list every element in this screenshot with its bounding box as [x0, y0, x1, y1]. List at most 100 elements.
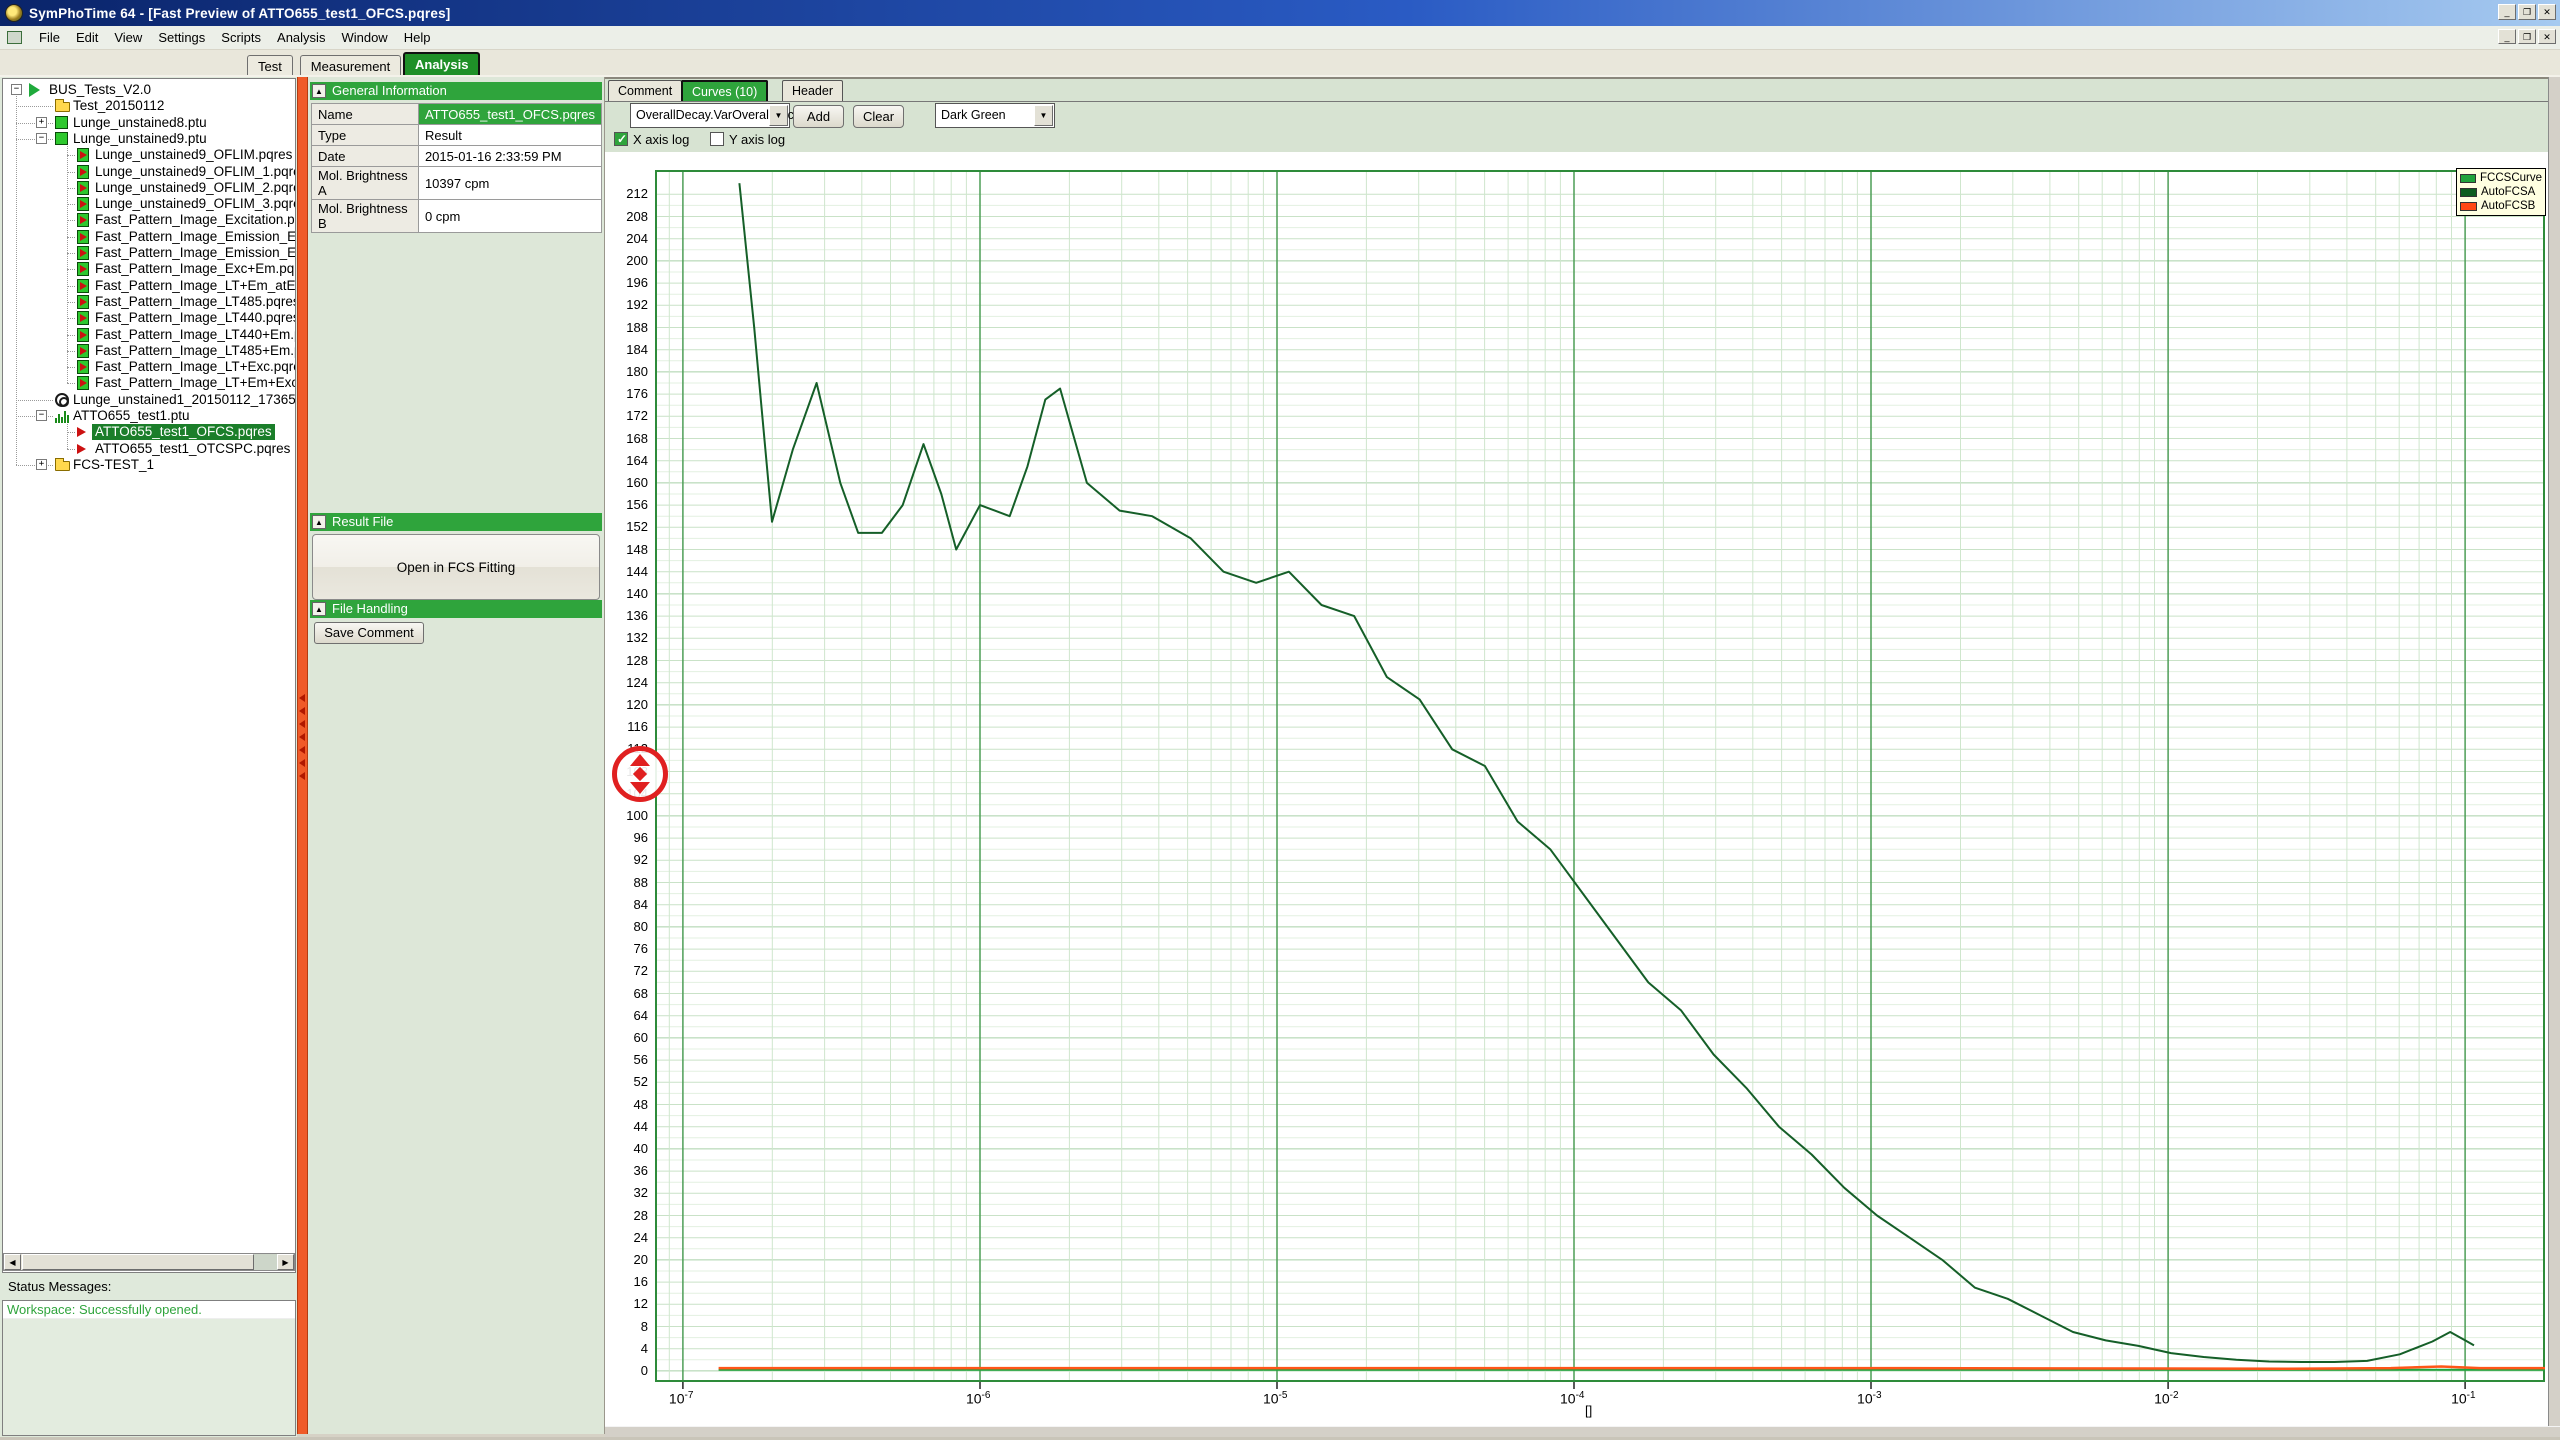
chevron-down-icon[interactable]: ▼ — [769, 105, 788, 126]
tree-item-label[interactable]: FCS-TEST_1 — [73, 457, 154, 473]
menu-view[interactable]: View — [106, 27, 150, 48]
tree-item[interactable]: Fast_Pattern_Image_LT+Em_atExc485.pqres — [3, 278, 293, 294]
splitter-arrow-icon[interactable] — [299, 720, 305, 728]
splitter-arrow-icon[interactable] — [299, 707, 305, 715]
menu-analysis[interactable]: Analysis — [269, 27, 333, 48]
tree-item[interactable]: ATTO655_test1_OTCSPC.pqres — [3, 441, 293, 457]
tree-item-label[interactable]: Lunge_unstained9_OFLIM.pqres — [95, 147, 292, 163]
tree-item[interactable]: Fast_Pattern_Image_LT440+Em.pqres — [3, 327, 293, 343]
tree-item-label[interactable]: Fast_Pattern_Image_LT+Exc.pqres — [95, 359, 296, 375]
close-button[interactable]: ✕ — [2538, 4, 2556, 20]
open-in-fcs-fitting-button[interactable]: Open in FCS Fitting — [312, 534, 600, 600]
menu-window[interactable]: Window — [333, 27, 395, 48]
tree-item-label[interactable]: Fast_Pattern_Image_LT+Em+Exc.pqres — [95, 375, 296, 391]
tree-item[interactable]: Fast_Pattern_Image_LT440.pqres — [3, 310, 293, 326]
save-comment-button[interactable]: Save Comment — [314, 622, 424, 644]
tree-item-label[interactable]: ATTO655_test1.ptu — [73, 408, 190, 424]
chevron-down-icon[interactable]: ▼ — [1034, 105, 1053, 126]
restore-button[interactable]: ❐ — [2518, 4, 2536, 20]
tree-horizontal-scrollbar[interactable]: ◀ ▶ — [3, 1253, 295, 1271]
tree-item[interactable]: Lunge_unstained9_OFLIM_1.pqres — [3, 164, 293, 180]
minimize-button[interactable]: _ — [2498, 4, 2516, 20]
add-button[interactable]: Add — [793, 105, 844, 128]
tree-item[interactable]: + Lunge_unstained8.ptu — [3, 115, 293, 131]
result-icon — [77, 246, 89, 260]
tree-item[interactable]: Fast_Pattern_Image_Emission_Exc485.pqres — [3, 245, 293, 261]
tree-item[interactable]: Lunge_unstained9_OFLIM_3.pqres — [3, 196, 293, 212]
scrollbar-thumb[interactable] — [22, 1254, 254, 1270]
tree-item-label[interactable]: Lunge_unstained8.ptu — [73, 115, 207, 131]
scrollbar-track[interactable] — [254, 1254, 279, 1270]
tree-item[interactable]: Fast_Pattern_Image_LT+Em+Exc.pqres — [3, 375, 293, 391]
chart-tab-header[interactable]: Header — [782, 80, 843, 101]
tree-item-label[interactable]: Fast_Pattern_Image_LT485.pqres — [95, 294, 296, 310]
menu-file[interactable]: File — [31, 27, 68, 48]
close-button[interactable]: ✕ — [2538, 29, 2556, 44]
restore-button[interactable]: ❐ — [2518, 29, 2536, 44]
tab-analysis[interactable]: Analysis — [403, 52, 480, 77]
splitter-arrow-icon[interactable] — [299, 759, 305, 767]
splitter-arrow-icon[interactable] — [299, 746, 305, 754]
tree-item[interactable]: − ATTO655_test1.ptu — [3, 408, 293, 424]
splitter-arrow-icon[interactable] — [299, 772, 305, 780]
splitter-arrow-icon[interactable] — [299, 733, 305, 741]
tab-test[interactable]: Test — [247, 55, 293, 77]
scroll-right-icon[interactable]: ▶ — [277, 1254, 294, 1270]
y-axis-log-checkbox[interactable] — [710, 132, 724, 146]
tree-item[interactable]: ATTO655_test1_OFCS.pqres — [3, 424, 293, 440]
tab-measurement[interactable]: Measurement — [300, 55, 401, 77]
panel-splitter[interactable] — [297, 77, 308, 1434]
collapse-icon[interactable]: ▲ — [312, 602, 326, 616]
minimize-button[interactable]: _ — [2498, 29, 2516, 44]
x-axis-log-checkbox[interactable] — [614, 132, 628, 146]
tree-item[interactable]: Lunge_unstained1_20150112_173656.bmp — [3, 392, 293, 408]
menu-settings[interactable]: Settings — [150, 27, 213, 48]
tree-item[interactable]: Fast_Pattern_Image_LT+Exc.pqres — [3, 359, 293, 375]
expand-icon[interactable]: + — [36, 459, 47, 470]
tree-item-label[interactable]: Lunge_unstained9_OFLIM_2.pqres — [95, 180, 296, 196]
tree-item-label[interactable]: Lunge_unstained9_OFLIM_1.pqres — [95, 164, 296, 180]
tree-item-label[interactable]: Test_20150112 — [73, 98, 164, 114]
curve-select-dropdown[interactable]: OverallDecay.VarOverallDecay ▼ — [630, 103, 790, 128]
collapse-icon[interactable]: ▲ — [312, 515, 326, 529]
tree-item-label[interactable]: BUS_Tests_V2.0 — [49, 82, 151, 98]
tree-item[interactable]: − Lunge_unstained9.ptu — [3, 131, 293, 147]
chart-tab-comment[interactable]: Comment — [608, 80, 682, 101]
splitter-arrow-icon[interactable] — [299, 694, 305, 702]
tree-item-label[interactable]: Fast_Pattern_Image_Excitation.pqres — [95, 212, 296, 228]
tree-item[interactable]: Lunge_unstained9_OFLIM.pqres — [3, 147, 293, 163]
collapse-icon[interactable]: − — [11, 84, 22, 95]
tree-item-label[interactable]: Fast_Pattern_Image_LT485+Em.pqres — [95, 343, 296, 359]
menu-scripts[interactable]: Scripts — [213, 27, 269, 48]
collapse-icon[interactable]: − — [36, 410, 47, 421]
tree-item-label[interactable]: Fast_Pattern_Image_Emission_Exc485.pqres — [95, 245, 296, 261]
collapse-icon[interactable]: ▲ — [312, 84, 326, 98]
tree-item[interactable]: Fast_Pattern_Image_LT485+Em.pqres — [3, 343, 293, 359]
tree-item-label[interactable]: Fast_Pattern_Image_LT440.pqres — [95, 310, 296, 326]
tree-item-label[interactable]: Fast_Pattern_Image_Emission_Exc440.pqres — [95, 229, 296, 245]
tree-item-label[interactable]: Lunge_unstained1_20150112_173656.bmp — [73, 392, 296, 408]
tree-item-label[interactable]: Lunge_unstained9_OFLIM_3.pqres — [95, 196, 296, 212]
tree-item[interactable]: Fast_Pattern_Image_Emission_Exc440.pqres — [3, 229, 293, 245]
tree-item[interactable]: Lunge_unstained9_OFLIM_2.pqres — [3, 180, 293, 196]
tree-item[interactable]: Fast_Pattern_Image_Excitation.pqres — [3, 212, 293, 228]
menu-help[interactable]: Help — [396, 27, 439, 48]
scroll-left-icon[interactable]: ◀ — [4, 1254, 21, 1270]
color-select-dropdown[interactable]: Dark Green ▼ — [935, 103, 1055, 128]
tree-item-label[interactable]: ATTO655_test1_OTCSPC.pqres — [95, 441, 290, 457]
chart-tab-curves[interactable]: Curves (10) — [681, 80, 768, 101]
tree-item[interactable]: Fast_Pattern_Image_LT485.pqres — [3, 294, 293, 310]
tree-item[interactable]: − BUS_Tests_V2.0 — [3, 82, 293, 98]
menu-edit[interactable]: Edit — [68, 27, 106, 48]
tree-item-label[interactable]: Lunge_unstained9.ptu — [73, 131, 207, 147]
collapse-icon[interactable]: − — [36, 133, 47, 144]
tree-item-label[interactable]: Fast_Pattern_Image_LT+Em_atExc485.pqres — [95, 278, 296, 294]
tree-item-label[interactable]: ATTO655_test1_OFCS.pqres — [92, 424, 275, 440]
tree-item[interactable]: Fast_Pattern_Image_Exc+Em.pqres — [3, 261, 293, 277]
tree-item-label[interactable]: Fast_Pattern_Image_Exc+Em.pqres — [95, 261, 296, 277]
tree-item[interactable]: + FCS-TEST_1 — [3, 457, 293, 473]
expand-icon[interactable]: + — [36, 117, 47, 128]
clear-button[interactable]: Clear — [853, 105, 904, 128]
tree-item-label[interactable]: Fast_Pattern_Image_LT440+Em.pqres — [95, 327, 296, 343]
tree-item[interactable]: Test_20150112 — [3, 98, 293, 114]
